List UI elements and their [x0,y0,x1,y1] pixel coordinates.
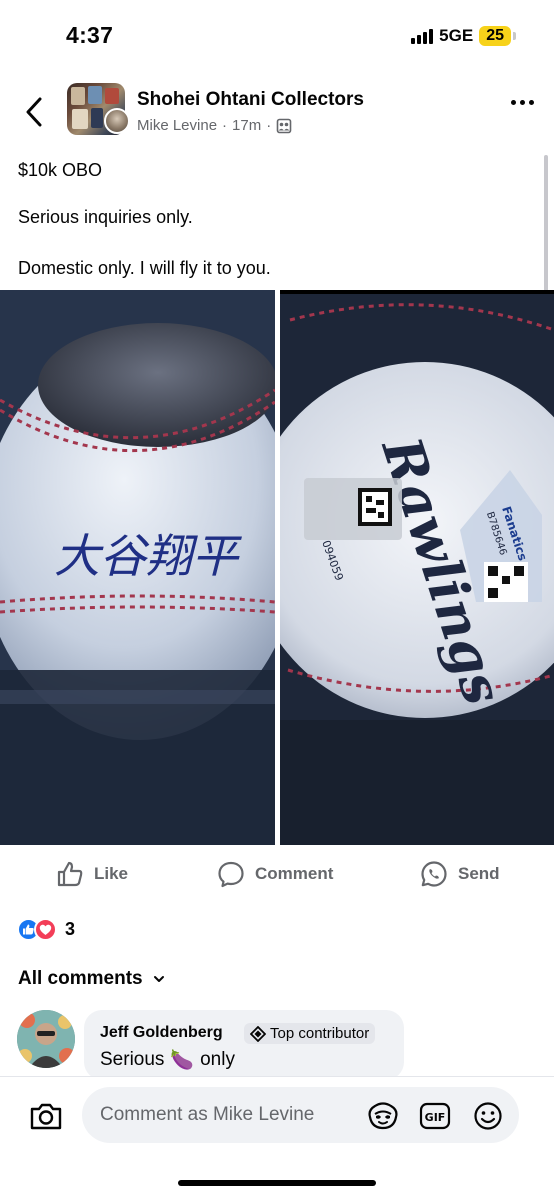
post-text-line-3: Domestic only. I will fly it to you. [18,258,271,278]
thumbs-up-icon [57,861,83,887]
comment-text-after: only [200,1049,235,1070]
reaction-count: 3 [65,919,76,939]
reactions-summary[interactable]: 3 [17,918,75,941]
baseball-signature-image: 大谷翔平 [0,290,275,845]
group-name[interactable]: Shohei Ohtani Collectors [137,89,364,111]
avatar-sticker-button[interactable] [366,1099,400,1133]
group-audience-icon [276,118,292,133]
comments-filter-label: All comments [18,968,143,989]
whatsapp-icon [421,861,447,887]
meta-separator-2: · [266,117,272,134]
status-bar: 4:37 5GE 25 [0,0,554,74]
status-indicators: 5GE 25 [411,26,516,46]
eggplant-emoji: 🍆 [170,1050,195,1071]
comment-bubble-icon [218,861,244,888]
send-button[interactable]: Send [420,860,500,888]
badge-label: Top contributor [270,1025,370,1042]
comment-label: Comment [255,864,334,883]
camera-button[interactable] [26,1097,66,1135]
post-photo-authentication[interactable]: Rawlings 094059 Fanatics B785646 [280,290,554,845]
camera-icon [30,1103,62,1130]
post-header: Shohei Ohtani Collectors Mike Levine · 1… [0,80,554,144]
gif-button[interactable]: GIF [418,1099,452,1133]
back-button[interactable] [18,94,50,130]
author-name[interactable]: Mike Levine [137,117,217,134]
comment-input-placeholder: Comment as Mike Levine [100,1104,315,1125]
comment-text: Serious 🍆 only [100,1048,235,1072]
avatar-sticker-icon [368,1102,398,1130]
comment-bubble[interactable]: Jeff Goldenberg Top contributor Serious … [84,1010,404,1080]
send-label: Send [458,864,500,883]
comments-filter-dropdown[interactable]: All comments [18,968,165,990]
baseball-logo-image: Rawlings 094059 Fanatics B785646 [280,290,554,845]
top-contributor-icon [250,1025,266,1042]
status-time: 4:37 [66,22,114,48]
commenter-avatar[interactable] [17,1010,75,1068]
emoji-button[interactable] [471,1099,505,1133]
signature-text: 大谷翔平 [54,529,242,583]
post-photo-signed-ball[interactable]: 大谷翔平 [0,290,275,845]
home-indicator[interactable] [178,1180,376,1186]
like-button[interactable]: Like [56,860,128,888]
meta-separator: · [222,117,228,134]
chevron-left-icon [26,97,42,127]
smiley-icon [474,1102,502,1130]
chevron-down-icon [153,976,164,982]
post-text-line-2: Serious inquiries only. [18,207,193,227]
more-horizontal-icon [511,100,516,105]
more-options-button[interactable] [511,100,534,105]
love-reaction-icon [34,918,57,941]
post-time[interactable]: 17m [232,117,261,134]
network-type: 5GE [439,26,474,45]
gif-icon: GIF [419,1102,451,1130]
comment-input[interactable]: Comment as Mike Levine GIF [82,1087,519,1143]
post-text-line-1: $10k OBO [18,160,103,180]
post-actions: Like Comment Send [0,852,554,897]
cellular-signal-icon [411,28,434,44]
like-label: Like [94,864,129,883]
comment-text-before: Serious [100,1049,165,1070]
battery-level: 25 [479,26,511,46]
comment-button[interactable]: Comment [217,860,333,888]
author-avatar[interactable] [104,108,130,134]
gif-label: GIF [425,1111,446,1124]
top-contributor-badge: Top contributor [244,1023,376,1044]
battery-icon [513,32,516,40]
post-meta: Mike Levine · 17m · [137,117,292,134]
comment-author[interactable]: Jeff Goldenberg [100,1024,223,1042]
